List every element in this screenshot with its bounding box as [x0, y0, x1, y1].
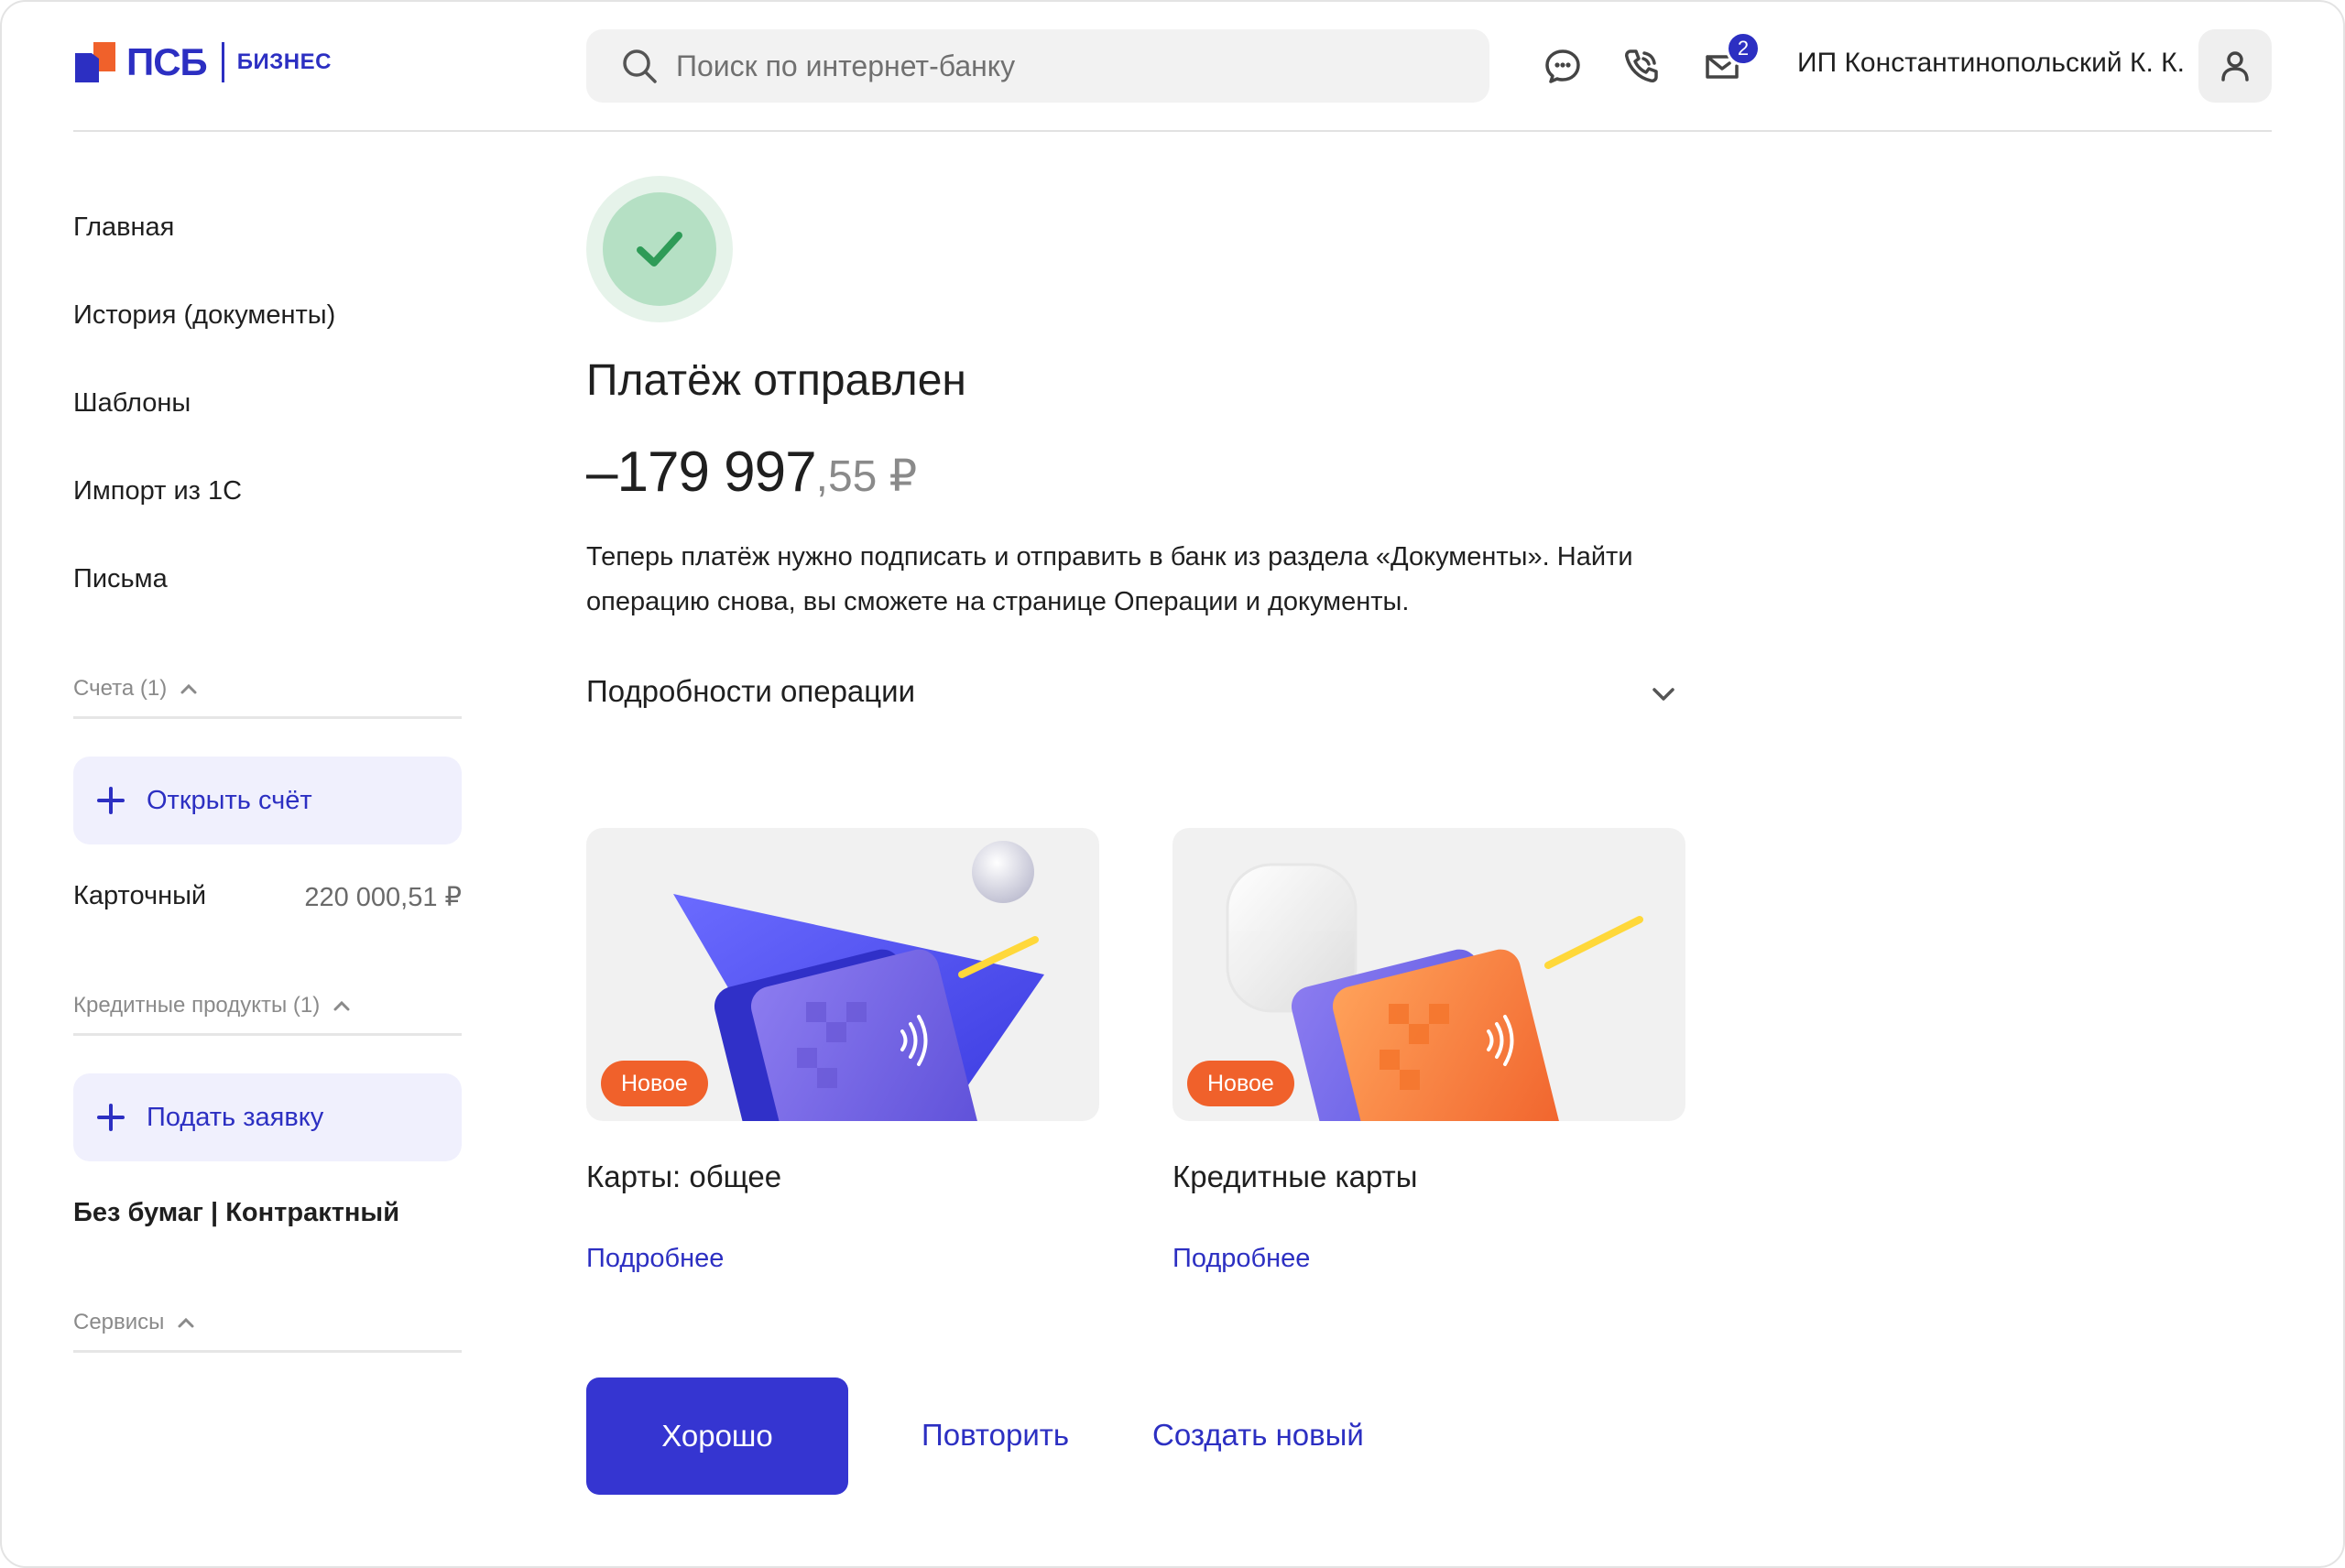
search-icon	[623, 49, 657, 83]
new-badge: Новое	[1187, 1061, 1294, 1106]
user-icon	[2221, 51, 2249, 82]
chevron-down-icon[interactable]	[1649, 683, 1678, 705]
logo-divider	[221, 42, 224, 82]
sidebar-item-letters[interactable]: Письма	[73, 564, 168, 594]
account-name[interactable]: Карточный	[73, 881, 206, 911]
page-title: Платёж отправлен	[586, 356, 966, 405]
phone-icon[interactable]	[1621, 46, 1662, 86]
payment-amount: –179 997,55 ₽	[586, 440, 917, 505]
card-title-cards: Карты: общее	[586, 1160, 782, 1193]
user-name[interactable]: ИП Константинопольский К. К.	[1797, 48, 2185, 79]
sidebar-item-home[interactable]: Главная	[73, 212, 174, 243]
details-label[interactable]: Подробности операции	[586, 674, 915, 709]
search-input[interactable]	[674, 48, 1429, 84]
brand-name: ПСБ	[126, 40, 208, 83]
services-section-title: Сервисы	[73, 1310, 165, 1334]
psb-business-logo[interactable]: ПСБ БИЗНЕС	[73, 40, 332, 84]
card-title-credit-cards: Кредитные карты	[1172, 1160, 1418, 1193]
apply-label: Подать заявку	[147, 1102, 324, 1132]
more-link-credit-cards[interactable]: Подробнее	[1172, 1244, 1310, 1274]
checkmark-icon	[637, 232, 682, 267]
new-badge: Новое	[601, 1061, 708, 1106]
promo-card-credit-cards[interactable]: Новое	[1172, 828, 1685, 1121]
sidebar-item-templates[interactable]: Шаблоны	[73, 388, 191, 419]
account-balance: 220 000,51 ₽	[304, 883, 462, 912]
sidebar-item-import-1c[interactable]: Импорт из 1С	[73, 476, 242, 506]
amount-fraction: ,55 ₽	[815, 452, 918, 501]
chevron-up-icon	[178, 1317, 194, 1328]
more-link-cards[interactable]: Подробнее	[586, 1244, 724, 1274]
create-new-button[interactable]: Создать новый	[1152, 1418, 1364, 1453]
section-divider	[73, 1350, 462, 1353]
notification-badge: 2	[1726, 31, 1761, 66]
open-account-label: Открыть счёт	[147, 785, 312, 815]
chevron-up-icon	[333, 1000, 350, 1011]
accounts-section-title: Счета (1)	[73, 676, 168, 701]
open-account-button[interactable]: Открыть счёт	[73, 757, 462, 844]
ok-button[interactable]: Хорошо	[586, 1377, 848, 1495]
accounts-section-toggle[interactable]: Счета (1)	[73, 676, 198, 702]
promo-card-cards[interactable]: Новое	[586, 828, 1099, 1121]
plus-icon	[95, 785, 126, 816]
credit-product-item[interactable]: Без бумаг | Контрактный	[73, 1198, 399, 1228]
section-divider	[73, 716, 462, 719]
apply-button[interactable]: Подать заявку	[73, 1073, 462, 1161]
payment-description: Теперь платёж нужно подписать и отправит…	[586, 542, 1633, 616]
sidebar-item-history[interactable]: История (документы)	[73, 300, 335, 331]
credit-section-title: Кредитные продукты (1)	[73, 993, 321, 1018]
psb-logo-icon	[73, 40, 117, 84]
chevron-up-icon	[180, 683, 197, 694]
success-indicator	[586, 176, 733, 322]
search-bar[interactable]	[586, 29, 1489, 103]
section-divider	[73, 1033, 462, 1036]
chat-icon[interactable]	[1543, 46, 1583, 86]
profile-button[interactable]	[2198, 29, 2272, 103]
repeat-button[interactable]: Повторить	[922, 1418, 1069, 1453]
plus-icon	[95, 1102, 126, 1133]
services-section-toggle[interactable]: Сервисы	[73, 1310, 195, 1335]
credit-section-toggle[interactable]: Кредитные продукты (1)	[73, 993, 351, 1018]
brand-subtitle: БИЗНЕС	[236, 49, 332, 74]
amount-integer: –179 997	[586, 441, 817, 504]
header-divider	[73, 130, 2272, 132]
